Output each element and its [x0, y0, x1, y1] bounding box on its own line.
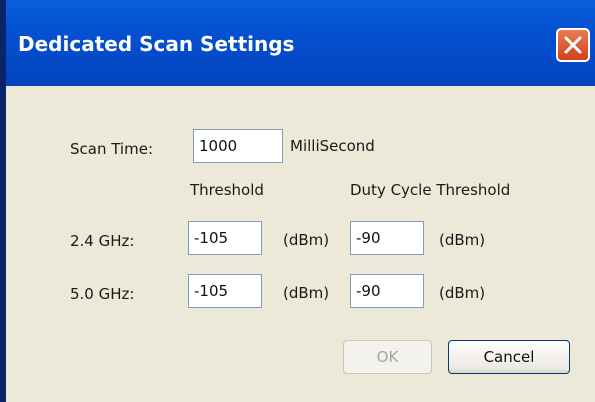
threshold-24ghz-input[interactable]	[188, 221, 262, 255]
threshold-header: Threshold	[190, 181, 264, 199]
title-bar[interactable]: Dedicated Scan Settings	[6, 0, 595, 86]
band-24ghz-label: 2.4 GHz:	[70, 232, 135, 250]
duty-cycle-50ghz-unit: (dBm)	[439, 284, 486, 302]
close-icon	[564, 36, 582, 54]
duty-cycle-50ghz-input[interactable]	[350, 274, 424, 308]
threshold-24ghz-unit: (dBm)	[283, 231, 330, 249]
threshold-50ghz-input[interactable]	[188, 274, 262, 308]
duty-cycle-24ghz-input[interactable]	[350, 221, 424, 255]
scan-time-input[interactable]	[193, 129, 283, 163]
duty-cycle-threshold-header: Duty Cycle Threshold	[350, 181, 511, 199]
threshold-50ghz-unit: (dBm)	[283, 284, 330, 302]
band-50ghz-label: 5.0 GHz:	[70, 285, 135, 303]
duty-cycle-24ghz-unit: (dBm)	[439, 231, 486, 249]
ok-button[interactable]: OK	[343, 340, 432, 374]
scan-time-unit: MilliSecond	[290, 137, 375, 155]
dialog-title: Dedicated Scan Settings	[18, 32, 295, 56]
cancel-button[interactable]: Cancel	[448, 340, 570, 374]
scan-time-label: Scan Time:	[70, 140, 153, 158]
close-button[interactable]	[556, 28, 590, 62]
